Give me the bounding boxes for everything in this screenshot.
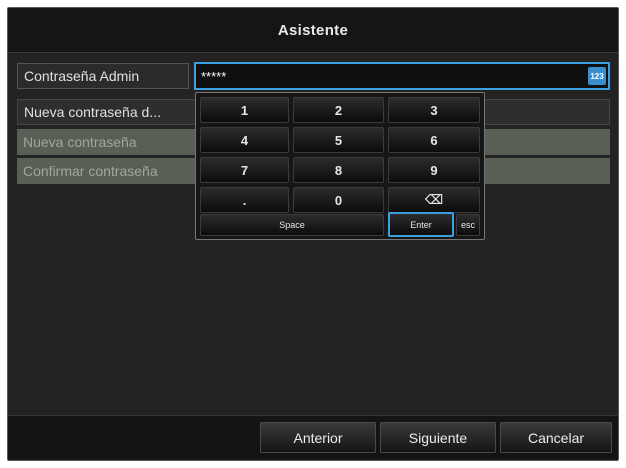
key-7[interactable]: 7 bbox=[200, 157, 289, 183]
button-bar: Anterior Siguiente Cancelar bbox=[8, 415, 618, 460]
backspace-icon[interactable]: ⌫ bbox=[388, 187, 480, 213]
key-9[interactable]: 9 bbox=[388, 157, 480, 183]
key-6[interactable]: 6 bbox=[388, 127, 480, 153]
key-8[interactable]: 8 bbox=[293, 157, 384, 183]
window-title: Asistente bbox=[8, 8, 618, 53]
key-esc[interactable]: esc bbox=[456, 214, 480, 236]
key-4[interactable]: 4 bbox=[200, 127, 289, 153]
admin-password-value: ***** bbox=[201, 68, 227, 84]
wizard-window: Asistente Contraseña Admin ***** 123 Nue… bbox=[7, 7, 619, 461]
key-enter[interactable]: Enter bbox=[388, 212, 454, 237]
previous-button[interactable]: Anterior bbox=[260, 422, 376, 453]
key-2[interactable]: 2 bbox=[293, 97, 384, 123]
key-3[interactable]: 3 bbox=[388, 97, 480, 123]
key-0[interactable]: 0 bbox=[293, 187, 384, 213]
numeric-keypad: 1 2 3 4 5 6 7 8 9 . 0 ⌫ Space Enter esc bbox=[195, 92, 485, 240]
next-button[interactable]: Siguiente bbox=[380, 422, 496, 453]
cancel-button[interactable]: Cancelar bbox=[500, 422, 612, 453]
admin-password-input[interactable]: ***** 123 bbox=[194, 62, 610, 90]
key-1[interactable]: 1 bbox=[200, 97, 289, 123]
key-5[interactable]: 5 bbox=[293, 127, 384, 153]
keyboard-toggle-icon[interactable]: 123 bbox=[588, 67, 606, 85]
key-dot[interactable]: . bbox=[200, 187, 289, 213]
key-space[interactable]: Space bbox=[200, 214, 384, 236]
admin-password-label: Contraseña Admin bbox=[17, 63, 189, 89]
